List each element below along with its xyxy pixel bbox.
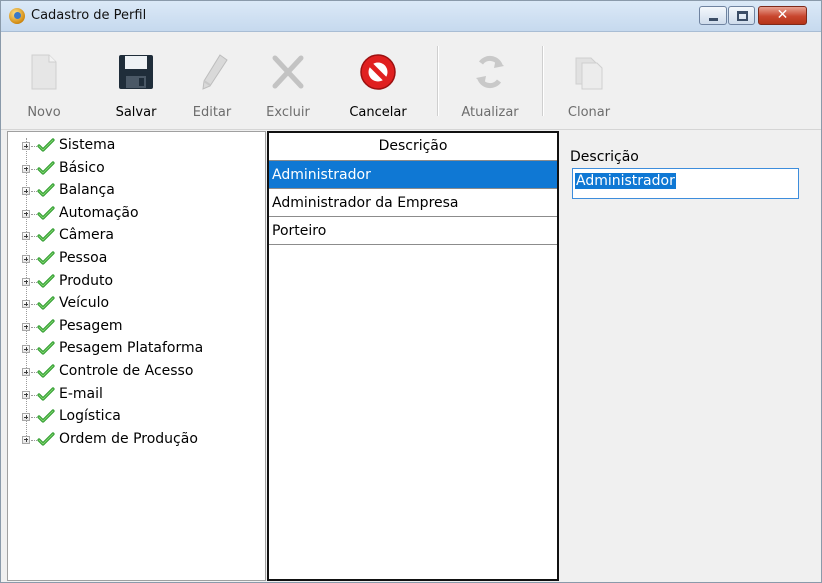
checkmark-icon bbox=[37, 273, 55, 289]
close-icon: ✕ bbox=[776, 7, 789, 23]
tree-item-label: Logística bbox=[59, 408, 121, 425]
descricao-value: Administrador bbox=[575, 173, 676, 189]
novo-button[interactable]: Novo bbox=[16, 32, 72, 129]
expand-icon[interactable] bbox=[22, 255, 30, 263]
salvar-button[interactable]: Salvar bbox=[105, 32, 167, 129]
descricao-field[interactable]: Administrador bbox=[572, 168, 799, 199]
expand-icon[interactable] bbox=[22, 368, 30, 376]
checkmark-icon bbox=[37, 340, 55, 356]
minimize-icon bbox=[709, 18, 718, 21]
tree-item-label: Veículo bbox=[59, 295, 110, 312]
checkmark-icon bbox=[37, 160, 55, 176]
tree-item-label: Balança bbox=[59, 182, 115, 199]
checkmark-icon bbox=[37, 431, 55, 447]
salvar-label: Salvar bbox=[115, 105, 157, 120]
checkmark-icon bbox=[37, 205, 55, 221]
clonar-label: Clonar bbox=[567, 105, 611, 120]
toolbar: Novo Salvar Editar Excluir Cancelar Atua… bbox=[1, 32, 821, 130]
app-icon bbox=[9, 8, 25, 24]
expand-icon[interactable] bbox=[22, 435, 30, 444]
novo-label: Novo bbox=[27, 105, 61, 120]
tree-item-label: Controle de Acesso bbox=[59, 363, 194, 379]
tree-item-label: Pesagem bbox=[59, 317, 123, 334]
profiles-grid[interactable]: Descrição Administrador Administrador da… bbox=[267, 131, 559, 581]
minimize-button[interactable] bbox=[699, 6, 727, 25]
permissions-tree[interactable]: Sistema Básico Balança Automação Câmera Pesso… bbox=[7, 131, 266, 581]
checkmark-icon bbox=[37, 137, 55, 153]
excluir-button[interactable]: Excluir bbox=[257, 32, 319, 129]
checkmark-icon bbox=[37, 295, 55, 311]
cancel-icon bbox=[360, 54, 396, 90]
title-bar[interactable]: Cadastro de Perfil ✕ bbox=[1, 1, 821, 32]
checkmark-icon bbox=[37, 227, 55, 243]
toolbar-separator-2 bbox=[542, 46, 544, 116]
editar-button[interactable]: Editar bbox=[182, 32, 242, 129]
tree-item-label: Câmera bbox=[59, 227, 114, 244]
tree-item-label: Pessoa bbox=[59, 250, 108, 266]
grid-header-descricao[interactable]: Descrição bbox=[269, 133, 557, 161]
grid-row[interactable]: Administrador bbox=[269, 161, 557, 189]
expand-icon[interactable] bbox=[22, 164, 30, 173]
checkmark-icon bbox=[37, 182, 55, 198]
checkmark-icon bbox=[37, 386, 55, 402]
editar-label: Editar bbox=[192, 105, 232, 120]
checkmark-icon bbox=[37, 408, 55, 424]
expand-icon[interactable] bbox=[22, 142, 30, 150]
tree-item-label: Automação bbox=[59, 204, 139, 221]
refresh-icon bbox=[476, 55, 504, 89]
cancelar-button[interactable]: Cancelar bbox=[338, 32, 418, 129]
clonar-button[interactable]: Clonar bbox=[559, 32, 619, 129]
expand-icon[interactable] bbox=[22, 413, 30, 422]
expand-icon[interactable] bbox=[22, 232, 30, 241]
expand-icon[interactable] bbox=[22, 390, 30, 399]
floppy-disk-icon bbox=[119, 55, 153, 89]
x-delete-icon bbox=[272, 55, 304, 89]
toolbar-separator bbox=[437, 46, 439, 116]
maximize-button[interactable] bbox=[728, 6, 755, 25]
tree-item-label: Básico bbox=[59, 159, 105, 176]
grid-row[interactable]: Porteiro bbox=[269, 217, 557, 245]
maximize-icon bbox=[737, 11, 748, 21]
content-area: Sistema Básico Balança Automação Câmera Pesso… bbox=[1, 130, 821, 582]
expand-icon[interactable] bbox=[22, 277, 30, 286]
checkmark-icon bbox=[37, 250, 55, 266]
profile-window: Cadastro de Perfil ✕ Novo Salvar Editar … bbox=[0, 0, 822, 583]
expand-icon[interactable] bbox=[22, 300, 30, 309]
cancelar-label: Cancelar bbox=[349, 105, 407, 120]
expand-icon[interactable] bbox=[22, 209, 30, 218]
atualizar-label: Atualizar bbox=[461, 105, 519, 120]
tree-item-label: Ordem de Produção bbox=[59, 430, 198, 447]
pencil-icon bbox=[202, 54, 228, 90]
tree-item-label: Pesagem Plataforma bbox=[59, 340, 204, 357]
document-icon bbox=[31, 54, 57, 90]
tree-item-label: Produto bbox=[59, 272, 114, 289]
expand-icon[interactable] bbox=[22, 322, 30, 331]
expand-icon[interactable] bbox=[22, 345, 30, 354]
expand-icon[interactable] bbox=[22, 187, 30, 196]
checkmark-icon bbox=[37, 318, 55, 334]
excluir-label: Excluir bbox=[266, 105, 310, 120]
grid-row[interactable]: Administrador da Empresa bbox=[269, 189, 557, 217]
window-title: Cadastro de Perfil bbox=[31, 8, 147, 23]
tree-item-label: Sistema bbox=[59, 137, 116, 153]
close-button[interactable]: ✕ bbox=[758, 6, 807, 25]
copy-icon bbox=[575, 57, 603, 90]
atualizar-button[interactable]: Atualizar bbox=[452, 32, 528, 129]
checkmark-icon bbox=[37, 363, 55, 379]
descricao-label: Descrição bbox=[570, 149, 639, 165]
tree-item-label: E-mail bbox=[59, 385, 103, 402]
